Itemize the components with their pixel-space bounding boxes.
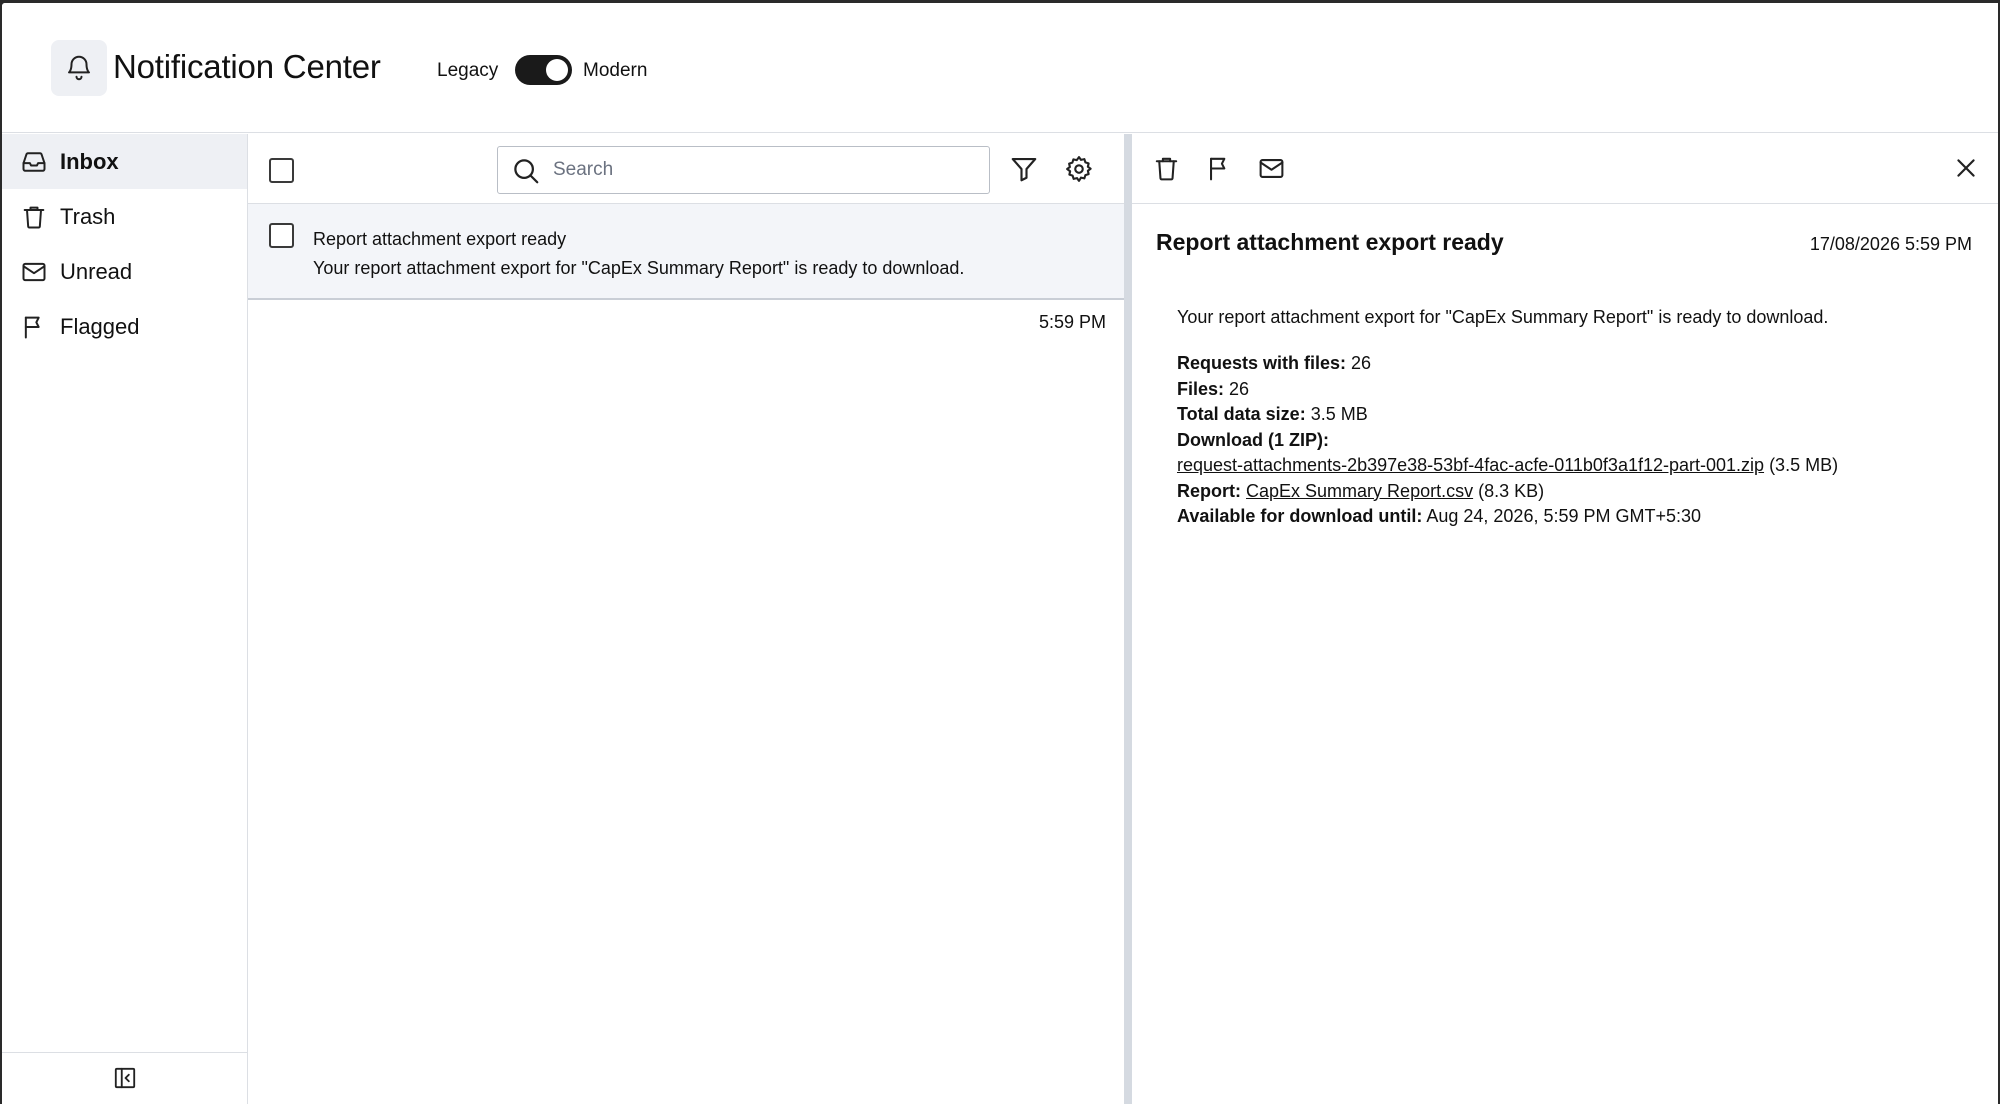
sidebar: Inbox Trash Unread Flagged	[2, 134, 248, 1104]
app-title: Notification Center	[113, 48, 381, 85]
zip-link-row: request-attachments-2b397e38-53bf-4fac-a…	[1177, 455, 1977, 481]
select-all-checkbox[interactable]	[269, 158, 294, 183]
zip-size: (3.5 MB)	[1769, 455, 1839, 475]
toggle-knob	[546, 59, 568, 81]
flag-icon[interactable]	[1205, 154, 1234, 183]
sidebar-item-trash[interactable]: Trash	[2, 189, 247, 244]
inbox-icon	[22, 152, 46, 172]
detail-body: Your report attachment export for "CapEx…	[1177, 307, 1977, 532]
flag-icon	[24, 316, 40, 339]
report-download-link[interactable]: CapEx Summary Report.csv	[1246, 481, 1473, 501]
requests-value: 26	[1351, 353, 1372, 373]
legacy-modern-toggle[interactable]	[515, 55, 572, 85]
search-icon	[514, 159, 539, 184]
report-size: (8.3 KB)	[1478, 480, 1545, 501]
sidebar-item-flagged[interactable]: Flagged	[2, 299, 247, 354]
message-list-item[interactable]: 5:59 PM	[248, 204, 1124, 332]
download-label: Download (1 ZIP):	[1177, 429, 1329, 450]
files-label: Files:	[1177, 378, 1225, 399]
size-label: Total data size:	[1177, 404, 1306, 424]
available-label: Available for download until:	[1177, 506, 1423, 526]
requests-label: Requests with files:	[1177, 353, 1347, 373]
toggle-legacy-label: Legacy	[437, 60, 499, 81]
message-time: 5:59 PM	[1038, 312, 1106, 332]
report-row: Report: CapEx Summary Report.csv (8.3 KB…	[1177, 481, 1977, 507]
close-icon[interactable]	[1953, 155, 1979, 181]
mail-icon[interactable]	[1257, 154, 1286, 183]
message-checkbox[interactable]	[269, 223, 294, 248]
sidebar-item-label: Flagged	[60, 313, 140, 339]
notification-center-window: Notification Center Legacy Modern Inbox …	[2, 3, 1998, 1104]
report-label: Report:	[1177, 480, 1241, 501]
mail-icon	[22, 262, 46, 282]
detail-intro: Your report attachment export for "CapEx…	[1177, 307, 1829, 327]
sidebar-footer	[2, 1052, 247, 1104]
sidebar-item-inbox[interactable]: Inbox	[2, 134, 247, 189]
trash-icon	[23, 206, 45, 229]
gear-icon[interactable]	[1064, 154, 1094, 184]
message-subject: Report attachment export ready	[313, 229, 567, 249]
requests-with-files-row: Requests with files: 26	[1177, 353, 1977, 379]
toggle-modern-label: Modern	[583, 60, 648, 81]
detail-date: 17/08/2026 5:59 PM	[1809, 234, 1972, 254]
available-until-row: Available for download until: Aug 24, 20…	[1177, 506, 1977, 532]
zip-download-link[interactable]: request-attachments-2b397e38-53bf-4fac-a…	[1177, 455, 1764, 475]
available-value: Aug 24, 2026, 5:59 PM GMT+5:30	[1426, 506, 1702, 526]
detail-toolbar	[1132, 134, 1998, 204]
collapse-sidebar-icon[interactable]	[112, 1065, 138, 1091]
search-box	[497, 146, 990, 194]
filter-icon[interactable]	[1009, 154, 1039, 184]
sidebar-item-label: Trash	[60, 203, 116, 229]
sidebar-item-unread[interactable]: Unread	[2, 244, 247, 299]
message-detail-pane: Report attachment export ready 17/08/202…	[1132, 134, 1998, 1104]
files-value: 26	[1229, 378, 1250, 399]
bell-icon	[51, 40, 107, 96]
message-preview: Your report attachment export for "CapEx…	[313, 258, 965, 278]
total-size-row: Total data size: 3.5 MB	[1177, 404, 1977, 430]
sidebar-item-label: Inbox	[60, 148, 119, 174]
download-row: Download (1 ZIP):	[1177, 430, 1977, 456]
detail-title: Report attachment export ready	[1156, 229, 1504, 255]
app-header: Notification Center Legacy Modern	[2, 3, 1998, 133]
size-value: 3.5 MB	[1310, 404, 1368, 424]
files-row: Files: 26	[1177, 379, 1977, 405]
message-list-pane: 5:59 PM Report attachment export ready Y…	[248, 134, 1124, 1104]
search-input[interactable]	[553, 155, 973, 185]
sidebar-item-label: Unread	[60, 258, 133, 284]
trash-icon[interactable]	[1152, 154, 1181, 183]
list-toolbar	[248, 134, 1124, 204]
pane-resize-handle[interactable]	[1124, 134, 1132, 1104]
